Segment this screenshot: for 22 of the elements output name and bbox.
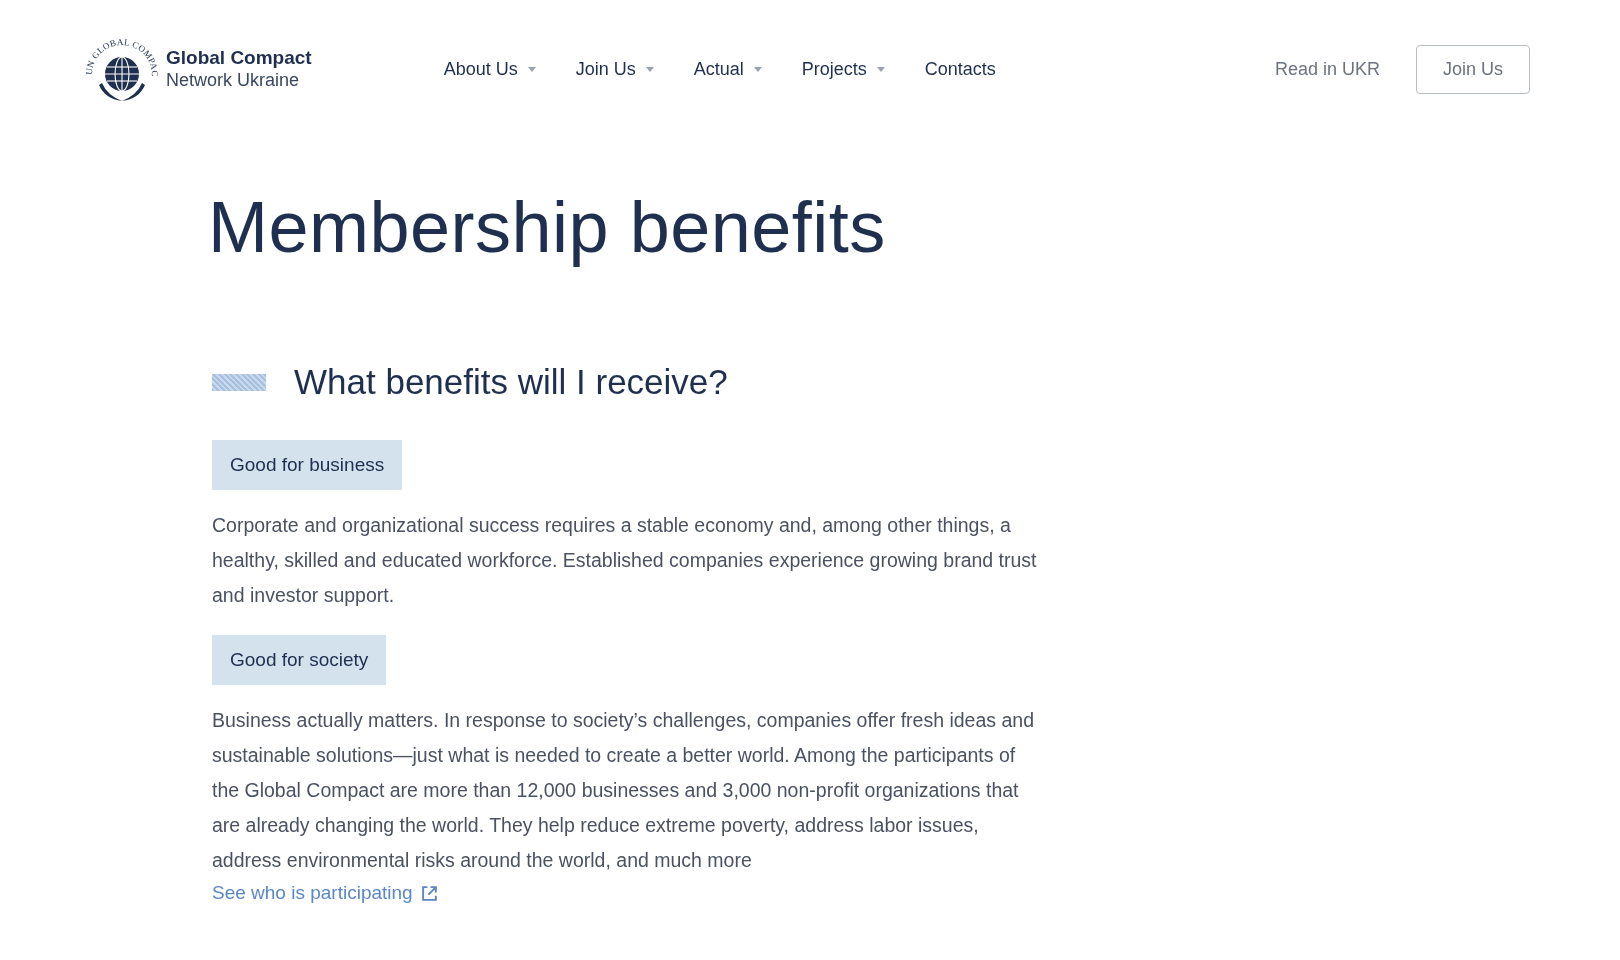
page-title: Membership benefits [208, 186, 887, 268]
nav-link[interactable]: Projects [801, 58, 885, 80]
nav-link[interactable]: Join Us [575, 58, 654, 80]
tag-label: Good for business [212, 440, 403, 490]
logo-subtitle: Network Ukraine [166, 69, 301, 92]
external-link-icon [420, 884, 438, 902]
caret-icon [753, 66, 762, 72]
language-link[interactable]: Read in UKR [1274, 58, 1380, 80]
nav-link[interactable]: About Us [443, 58, 536, 80]
section-marker-icon [212, 373, 266, 391]
caret-icon [645, 66, 654, 72]
join-button[interactable]: Join Us [1415, 44, 1530, 94]
logo-title: Global Compact [166, 46, 312, 69]
paragraph: Corporate and organizational success requires a stable economy and, among other things, a healthy, skilled and educated workforce. Established companies experience growing brand trust and investor support. [212, 513, 1038, 608]
tag-label: Good for society [212, 635, 387, 685]
section-heading: What benefits will I receive? [294, 362, 728, 402]
nav-link[interactable]: Contacts [924, 58, 996, 80]
caret-icon [876, 66, 885, 72]
caret-icon [527, 66, 536, 72]
participants-link[interactable]: See who is participating [212, 882, 438, 904]
paragraph: Business actually matters. In response to society’s challenges, companies offer fresh ideas and sustainable solutions—just what is needed to create a better world. Among the participants of the Global Compact are more than 12,000 businesses and 3,000 non-profit organizations that are already changing the world. They help reduce extreme poverty, address labor issues, address environmental risks around the world, and much more [212, 708, 1035, 873]
nav-link[interactable]: Actual [693, 58, 762, 80]
